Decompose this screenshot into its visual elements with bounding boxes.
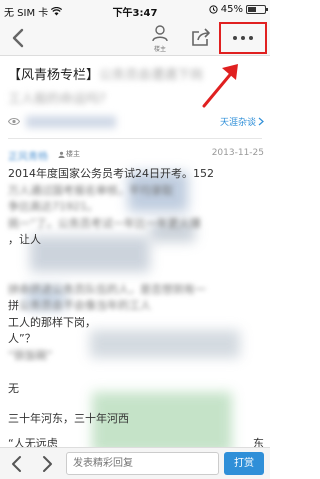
post-title-prefix: 【风青杨专栏】 — [8, 68, 100, 83]
more-button[interactable] — [219, 22, 267, 54]
owner-badge-label: 楼主 — [66, 150, 80, 158]
divider — [8, 138, 262, 139]
status-right: 45% — [209, 4, 268, 15]
author-row: 正风青杨 楼主 2013-11-25 — [8, 148, 264, 163]
more-dot — [241, 36, 245, 40]
body-line: 2014年度国家公务员考试24日开考。152 — [8, 167, 214, 180]
more-icon — [233, 36, 253, 40]
board-name: 天涯杂谈 — [219, 118, 256, 128]
body-line: ，让人 — [8, 233, 41, 246]
bottom-toolbar: 打赏 — [0, 447, 270, 479]
body-line: 人”？ — [8, 332, 36, 345]
eye-icon — [8, 118, 20, 125]
post-date: 2013-11-25 — [211, 148, 264, 158]
reply-input[interactable] — [66, 452, 219, 475]
post-meta-row: 天涯杂谈 — [8, 114, 264, 132]
person-icon — [152, 25, 168, 42]
body-line-blurred: 拼命挤进公务员队伍的人，是否想到有一 — [8, 282, 206, 296]
top-nav-bar: 楼主 — [0, 20, 270, 56]
board-link[interactable]: 天涯杂谈 — [220, 115, 264, 128]
body-line: 工人的那样下岗， — [8, 315, 96, 329]
chevron-right-icon — [43, 456, 52, 472]
chevron-left-icon — [12, 456, 21, 472]
share-icon — [192, 28, 210, 46]
section-heading: 三十年河东，三十年河西 — [8, 412, 129, 425]
battery-fill — [248, 7, 256, 12]
status-bar: 无 SIM 卡 下午3:47 45% — [0, 0, 270, 20]
more-dot — [249, 36, 253, 40]
post-title: 【风青杨专栏】公务员会遭遇下岗 工人般的命运吗? — [8, 64, 270, 112]
view-count-blurred — [26, 116, 116, 128]
body-line-gap — [8, 265, 264, 282]
body-line-blurred: 争比高达71921。 — [8, 200, 98, 213]
alarm-icon — [209, 5, 218, 14]
view-owner-only-button[interactable]: 楼主 — [148, 24, 172, 54]
body-line-blurred: “铁饭碗” — [8, 348, 53, 362]
browser-forward-button[interactable] — [38, 454, 56, 474]
battery-icon — [246, 5, 268, 14]
browser-back-button[interactable] — [8, 454, 26, 474]
post-body: 2014年度国家公务员考试24日开考。152 万人通过国考报名审核，平均录取 争… — [8, 166, 264, 452]
post-title-blurred: 公务员会遭遇下岗 — [99, 68, 204, 83]
battery-percent: 45% — [220, 4, 243, 15]
owner-badge-icon — [58, 151, 65, 158]
body-line: 无 — [8, 381, 19, 395]
back-button[interactable] — [8, 26, 30, 50]
body-line-gap — [8, 364, 264, 381]
body-line-gap — [8, 249, 264, 266]
share-button[interactable] — [190, 26, 212, 48]
back-arrow-icon — [12, 28, 24, 48]
post-title-line-2: 工人般的命运吗? — [8, 92, 106, 107]
post-title-line-1: 【风青杨专栏】公务员会遭遇下岗 — [8, 64, 270, 88]
owner-badge: 楼主 — [58, 149, 80, 159]
body-line-blurred: 万人通过国考报名审核，平均录取 — [8, 183, 173, 197]
owner-label: 楼主 — [153, 46, 166, 53]
chevron-right-icon — [258, 117, 264, 126]
body-fragment-blurred: 公务员会不会像当年的工人 — [19, 299, 151, 312]
body-line-blurred: 挑一”了。公务员考试一年比一年更火爆 — [8, 216, 201, 230]
author-name[interactable]: 正风青杨 — [8, 148, 48, 163]
body-line: 拼公务员会不会像当年的工人 — [8, 298, 264, 315]
body-fragment: 拼 — [8, 299, 19, 312]
more-dot — [233, 36, 237, 40]
tip-button[interactable]: 打赏 — [224, 452, 264, 475]
